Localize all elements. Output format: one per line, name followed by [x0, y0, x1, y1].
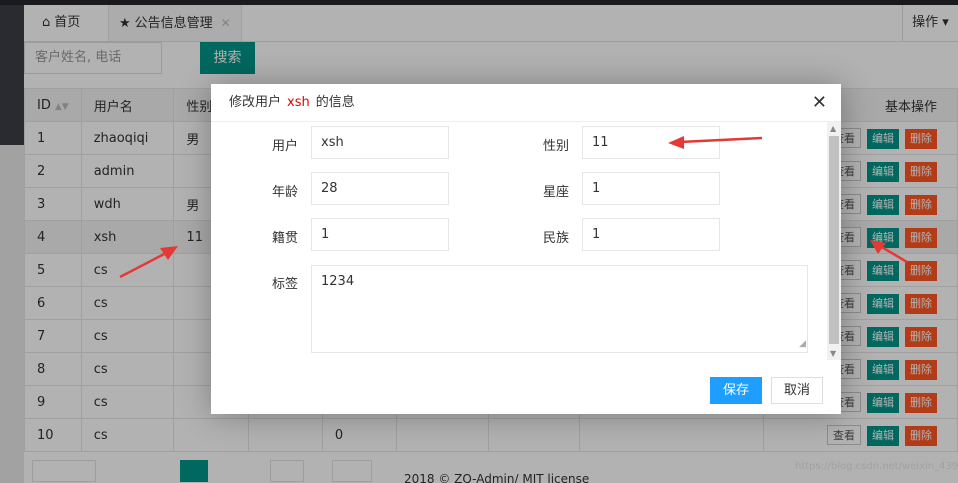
origin-label: 籍贯: [271, 231, 298, 246]
watermark: https://blog.csdn.net/weixin_43996093: [795, 461, 958, 472]
scrollbar-thumb[interactable]: [829, 136, 839, 344]
close-icon[interactable]: ✕: [812, 84, 827, 122]
ethnic-label: 民族: [542, 231, 569, 246]
origin-field[interactable]: 1: [311, 218, 449, 251]
resize-grip-icon[interactable]: ◢: [799, 336, 806, 352]
tag-label: 标签: [271, 277, 298, 292]
age-label: 年龄: [271, 185, 298, 200]
age-field[interactable]: 28: [311, 172, 449, 205]
modal-body: 用户 xsh 性别 11 年龄 28 星座 1 籍贯 1 民族 1 标签 123…: [211, 122, 841, 360]
modal-scrollbar[interactable]: ▲ ▼: [827, 122, 841, 360]
ethnic-field[interactable]: 1: [582, 218, 720, 251]
gender-field[interactable]: 11: [582, 126, 720, 159]
tag-textarea[interactable]: 1234 ◢: [311, 265, 808, 353]
constellation-label: 星座: [542, 185, 569, 200]
scroll-up-icon[interactable]: ▲: [830, 124, 836, 133]
save-button[interactable]: 保存: [710, 377, 762, 404]
user-label: 用户: [271, 139, 298, 154]
scroll-down-icon[interactable]: ▼: [830, 349, 836, 358]
user-field[interactable]: xsh: [311, 126, 449, 159]
modal-footer: 保存 取消: [211, 372, 841, 404]
constellation-field[interactable]: 1: [582, 172, 720, 205]
modal-title-user: xsh: [287, 95, 310, 110]
modal-header: 修改用户 xsh 的信息 ✕: [211, 84, 841, 122]
gender-label: 性别: [542, 139, 569, 154]
cancel-button[interactable]: 取消: [771, 377, 823, 404]
edit-user-modal: 修改用户 xsh 的信息 ✕ 用户 xsh 性别 11 年龄 28 星座 1 籍贯 …: [211, 84, 841, 414]
